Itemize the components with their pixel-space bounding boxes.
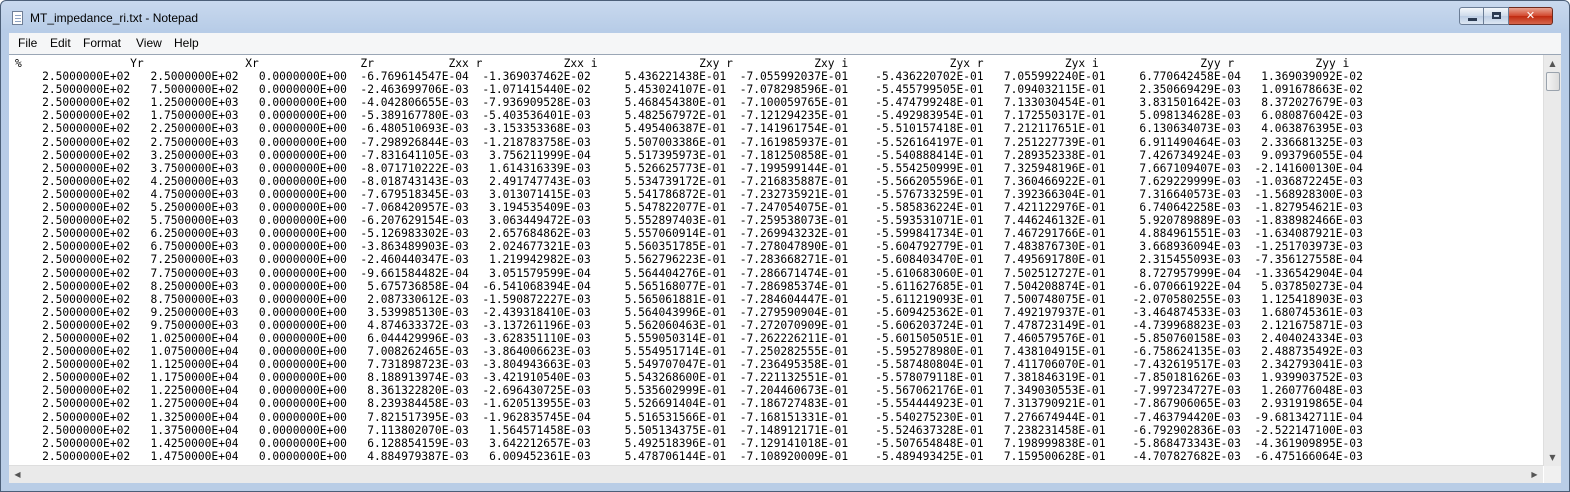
- menu-view[interactable]: View: [136, 36, 162, 50]
- text-editor-area[interactable]: % Yr Xr Zr Zxx r Zxx i Zxy r Zxy i Zyx r…: [9, 54, 1561, 483]
- document-line: 2.5000000E+02 8.7500000E+03 0.0000000E+0…: [42, 292, 1363, 306]
- document-line: 2.5000000E+02 1.2250000E+04 0.0000000E+0…: [42, 384, 1363, 398]
- document-line: 2.5000000E+02 1.7500000E+03 0.0000000E+0…: [42, 109, 1363, 123]
- menu-bar: File Edit Format View Help: [9, 33, 1561, 55]
- minimize-icon: [1468, 18, 1477, 21]
- document-line: 2.5000000E+02 1.0250000E+04 0.0000000E+0…: [42, 331, 1363, 345]
- document-line: 2.5000000E+02 5.2500000E+03 0.0000000E+0…: [42, 201, 1363, 215]
- menu-file[interactable]: File: [18, 36, 37, 50]
- document-line: 2.5000000E+02 1.1750000E+04 0.0000000E+0…: [42, 371, 1363, 385]
- document-line: 2.5000000E+02 5.7500000E+03 0.0000000E+0…: [42, 214, 1363, 228]
- notepad-app-icon[interactable]: [12, 11, 23, 25]
- document-line: 2.5000000E+02 4.7500000E+03 0.0000000E+0…: [42, 187, 1363, 201]
- menu-help[interactable]: Help: [174, 36, 199, 50]
- document-content: % Yr Xr Zr Zxx r Zxx i Zxy r Zxy i Zyx r…: [15, 57, 1535, 461]
- document-text[interactable]: % Yr Xr Zr Zxx r Zxx i Zxy r Zxy i Zyx r…: [15, 57, 1535, 461]
- document-line: 2.5000000E+02 1.4750000E+04 0.0000000E+0…: [42, 449, 1363, 461]
- document-line: 2.5000000E+02 3.2500000E+03 0.0000000E+0…: [42, 148, 1363, 162]
- document-line: 2.5000000E+02 6.2500000E+03 0.0000000E+0…: [42, 227, 1363, 241]
- document-line: 2.5000000E+02 1.3750000E+04 0.0000000E+0…: [42, 423, 1363, 437]
- vertical-scroll-thumb[interactable]: [1546, 72, 1560, 91]
- document-line: 2.5000000E+02 1.2750000E+04 0.0000000E+0…: [42, 397, 1363, 411]
- close-icon: ✕: [1525, 9, 1536, 22]
- document-header-line: % Yr Xr Zr Zxx r Zxx i Zxy r Zxy i Zyx r…: [15, 57, 1350, 70]
- document-line: 2.5000000E+02 1.4250000E+04 0.0000000E+0…: [42, 436, 1363, 450]
- document-line: 2.5000000E+02 1.0750000E+04 0.0000000E+0…: [42, 345, 1363, 359]
- menu-edit[interactable]: Edit: [50, 36, 71, 50]
- vertical-scrollbar[interactable]: ▲ ▼: [1543, 55, 1561, 466]
- document-line: 2.5000000E+02 2.7500000E+03 0.0000000E+0…: [42, 135, 1363, 149]
- scroll-up-arrow-icon[interactable]: ▲: [1544, 55, 1561, 72]
- document-line: 2.5000000E+02 1.3250000E+04 0.0000000E+0…: [42, 410, 1363, 424]
- document-line: 2.5000000E+02 2.2500000E+03 0.0000000E+0…: [42, 122, 1363, 136]
- scroll-right-arrow-icon[interactable]: ▶: [1526, 466, 1543, 483]
- document-line: 2.5000000E+02 8.2500000E+03 0.0000000E+0…: [42, 279, 1363, 293]
- scrollbar-corner: [1544, 466, 1561, 483]
- maximize-button[interactable]: [1484, 7, 1509, 25]
- document-line: 2.5000000E+02 9.7500000E+03 0.0000000E+0…: [42, 318, 1363, 332]
- document-line: 2.5000000E+02 9.2500000E+03 0.0000000E+0…: [42, 305, 1363, 319]
- document-line: 2.5000000E+02 2.5000000E+02 0.0000000E+0…: [42, 70, 1363, 84]
- document-line: 2.5000000E+02 4.2500000E+03 0.0000000E+0…: [42, 174, 1363, 188]
- document-line: 2.5000000E+02 1.1250000E+04 0.0000000E+0…: [42, 358, 1363, 372]
- notepad-window: MT_impedance_ri.txt - Notepad ✕ File Edi…: [0, 0, 1570, 492]
- minimize-button[interactable]: [1459, 7, 1484, 25]
- document-line: 2.5000000E+02 7.5000000E+02 0.0000000E+0…: [42, 83, 1363, 97]
- menu-format[interactable]: Format: [83, 36, 121, 50]
- window-title: MT_impedance_ri.txt - Notepad: [30, 11, 199, 25]
- title-bar[interactable]: MT_impedance_ri.txt - Notepad ✕: [1, 1, 1569, 33]
- document-line: 2.5000000E+02 7.2500000E+03 0.0000000E+0…: [42, 253, 1363, 267]
- document-line: 2.5000000E+02 3.7500000E+03 0.0000000E+0…: [42, 161, 1363, 175]
- horizontal-scrollbar[interactable]: ◀ ▶: [9, 465, 1543, 483]
- scroll-left-arrow-icon[interactable]: ◀: [9, 466, 26, 483]
- document-line: 2.5000000E+02 7.7500000E+03 0.0000000E+0…: [42, 266, 1363, 280]
- close-button[interactable]: ✕: [1509, 7, 1553, 25]
- scroll-down-arrow-icon[interactable]: ▼: [1544, 449, 1561, 466]
- document-line: 2.5000000E+02 6.7500000E+03 0.0000000E+0…: [42, 240, 1363, 254]
- maximize-icon: [1492, 12, 1501, 19]
- document-line: 2.5000000E+02 1.2500000E+03 0.0000000E+0…: [42, 96, 1363, 110]
